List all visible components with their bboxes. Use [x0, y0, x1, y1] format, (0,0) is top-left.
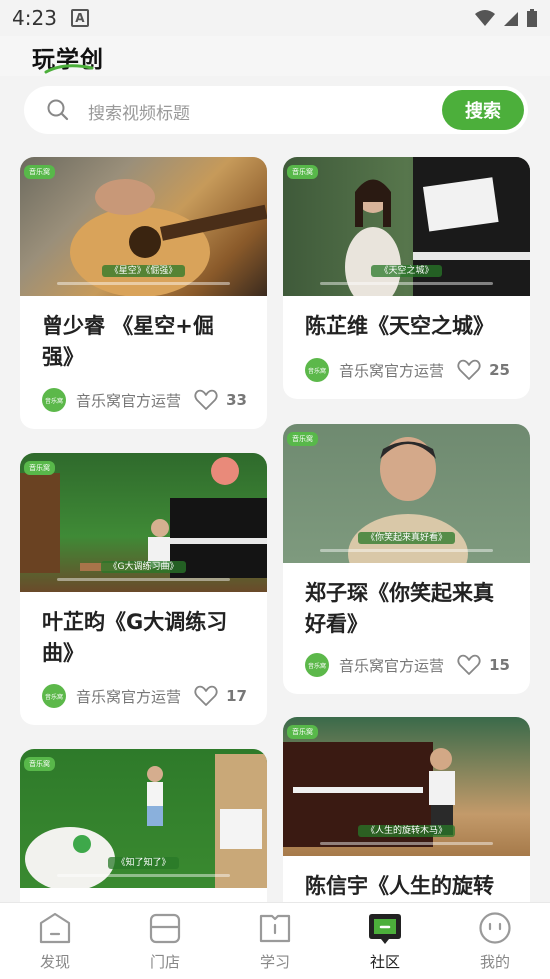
video-thumbnail[interactable]: 音乐窝 《知了知了》	[20, 749, 267, 888]
title-underline-decoration	[44, 64, 94, 74]
like-button[interactable]: 25	[457, 359, 510, 381]
wifi-icon	[475, 10, 495, 26]
brand-badge: 音乐窝	[24, 757, 55, 771]
author-avatar[interactable]: 音乐窝	[305, 358, 329, 382]
tab-label: 我的	[479, 953, 510, 971]
video-thumbnail[interactable]: 音乐窝 《星空》《倔强》	[20, 157, 267, 296]
battery-icon	[527, 9, 537, 27]
author-name[interactable]: 音乐窝官方运营	[76, 686, 181, 707]
status-icons	[474, 8, 538, 28]
heart-icon	[457, 359, 481, 380]
like-count: 17	[226, 687, 247, 705]
tab-label: 门店	[149, 953, 180, 971]
search-icon	[47, 99, 69, 121]
like-count: 25	[489, 361, 510, 379]
card-title[interactable]: 曾少睿 《星空+倔 强》	[42, 311, 214, 373]
search-input[interactable]: 搜索视频标题	[88, 99, 190, 124]
status-bar: 4:23 A	[0, 0, 550, 36]
page-header: 玩学创	[0, 36, 550, 76]
tab-label: 社区	[369, 953, 400, 971]
video-card[interactable]: 音乐窝 《G大调练习曲》 叶芷昀《G大调练习 曲》 音乐窝 音乐窝官方运营 17	[20, 453, 267, 725]
tab-profile[interactable]: 我的	[440, 903, 550, 979]
video-credits	[283, 282, 530, 286]
video-credits	[20, 578, 267, 582]
author-name[interactable]: 音乐窝官方运营	[76, 390, 181, 411]
bottom-tab-bar: 发现 门店 学习 社区 我的	[0, 902, 550, 979]
brand-badge: 音乐窝	[24, 461, 55, 475]
tab-learn[interactable]: 学习	[220, 903, 330, 979]
heart-icon	[457, 654, 481, 675]
card-meta: 音乐窝 音乐窝官方运营 33	[42, 387, 247, 413]
video-card[interactable]: 音乐窝 《你笑起来真好看》 郑子琛《你笑起来真 好看》 音乐窝 音乐窝官方运营 …	[283, 424, 530, 694]
video-credits	[283, 842, 530, 846]
tab-discover[interactable]: 发现	[0, 903, 110, 979]
card-meta: 音乐窝 音乐窝官方运营 25	[305, 357, 510, 383]
author-avatar[interactable]: 音乐窝	[42, 684, 66, 708]
community-icon	[369, 914, 401, 944]
search-bar[interactable]: 搜索视频标题 搜索	[24, 86, 528, 134]
author-name[interactable]: 音乐窝官方运营	[339, 655, 444, 676]
status-time: 4:23	[12, 6, 57, 30]
video-thumbnail[interactable]: 音乐窝 《天空之城》	[283, 157, 530, 296]
card-title[interactable]: 郑子琛《你笑起来真 好看》	[305, 578, 494, 640]
home-icon	[39, 912, 71, 944]
video-thumbnail[interactable]: 音乐窝 《你笑起来真好看》	[283, 424, 530, 563]
brand-badge: 音乐窝	[24, 165, 55, 179]
heart-icon	[194, 389, 218, 410]
store-icon	[149, 913, 181, 944]
video-caption: 《人生的旋转木马》	[357, 825, 455, 837]
like-button[interactable]: 33	[194, 389, 247, 411]
search-button[interactable]: 搜索	[442, 90, 524, 130]
tab-label: 学习	[259, 953, 290, 971]
video-caption: 《天空之城》	[371, 265, 442, 277]
brand-badge: 音乐窝	[287, 165, 318, 179]
tab-store[interactable]: 门店	[110, 903, 220, 979]
video-credits	[283, 549, 530, 553]
video-caption: 《星空》《倔强》	[101, 265, 186, 277]
tab-label: 发现	[39, 953, 70, 971]
brand-badge: 音乐窝	[287, 432, 318, 446]
video-credits	[20, 874, 267, 878]
card-title[interactable]: 叶芷昀《G大调练习 曲》	[42, 607, 227, 669]
video-card[interactable]: 音乐窝 《星空》《倔强》 曾少睿 《星空+倔 强》 音乐窝 音乐窝官方运营 33	[20, 157, 267, 429]
author-avatar[interactable]: 音乐窝	[42, 388, 66, 412]
video-card[interactable]: 音乐窝 《天空之城》 陈芷维《天空之城》 音乐窝 音乐窝官方运营 25	[283, 157, 530, 399]
video-thumbnail[interactable]: 音乐窝 《人生的旋转木马》	[283, 717, 530, 856]
video-caption: 《G大调练习曲》	[100, 561, 187, 573]
tab-community[interactable]: 社区	[330, 903, 440, 979]
heart-icon	[194, 685, 218, 706]
brand-badge: 音乐窝	[287, 725, 318, 739]
video-credits	[20, 282, 267, 286]
like-button[interactable]: 15	[457, 654, 510, 676]
card-title[interactable]: 陈芷维《天空之城》	[305, 311, 494, 342]
video-caption: 《你笑起来真好看》	[357, 532, 455, 544]
video-thumbnail[interactable]: 音乐窝 《G大调练习曲》	[20, 453, 267, 592]
card-meta: 音乐窝 音乐窝官方运营 17	[42, 683, 247, 709]
card-title[interactable]: 陈信宇《人生的旋转	[305, 871, 494, 902]
video-caption: 《知了知了》	[108, 857, 179, 869]
book-icon	[259, 914, 291, 943]
like-button[interactable]: 17	[194, 685, 247, 707]
author-name[interactable]: 音乐窝官方运营	[339, 360, 444, 381]
author-avatar[interactable]: 音乐窝	[305, 653, 329, 677]
signal-icon	[504, 12, 518, 26]
notification-a-icon: A	[70, 9, 89, 27]
card-meta: 音乐窝 音乐窝官方运营 15	[305, 652, 510, 678]
like-count: 33	[226, 391, 247, 409]
like-count: 15	[489, 656, 510, 674]
profile-icon	[479, 912, 511, 944]
